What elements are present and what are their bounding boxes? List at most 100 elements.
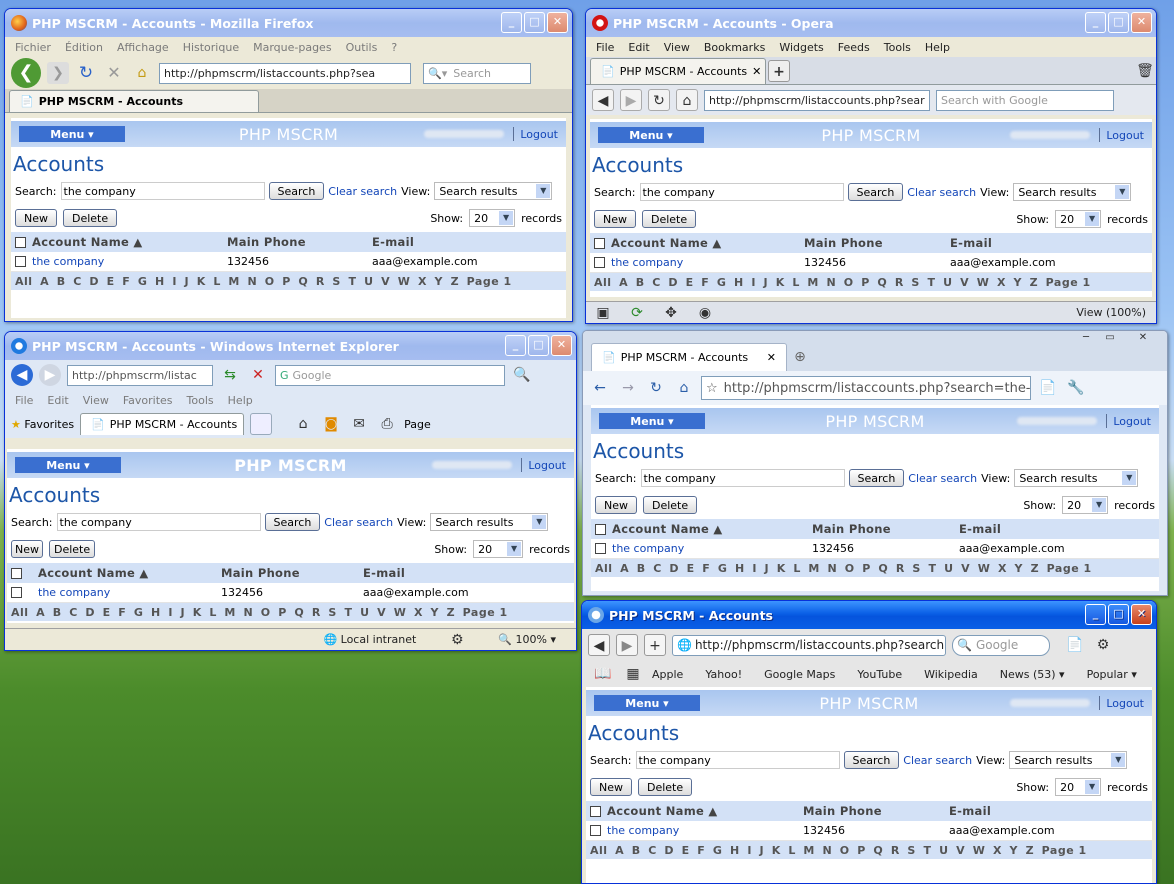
alpha-letter[interactable]: R	[896, 562, 905, 575]
col-account-name[interactable]: Account Name ▲	[28, 566, 221, 580]
url-bar[interactable]: http://phpmscrm/listaccounts.php?sea	[159, 62, 411, 84]
alpha-letter[interactable]: Z	[1026, 844, 1034, 857]
alpha-letter[interactable]: A	[36, 606, 45, 619]
alpha-letter[interactable]: W	[394, 606, 407, 619]
alpha-letter[interactable]: R	[316, 275, 325, 288]
col-account-name[interactable]: Account Name ▲	[607, 804, 803, 818]
menu-bookmarks[interactable]: Bookmarks	[704, 41, 765, 54]
alpha-letter[interactable]: K	[776, 276, 785, 289]
account-link[interactable]: the company	[28, 586, 221, 599]
col-main-phone[interactable]: Main Phone	[804, 236, 950, 250]
new-button[interactable]: New	[590, 778, 632, 796]
menu-historique[interactable]: Historique	[183, 41, 239, 54]
alpha-letter[interactable]: E	[103, 606, 111, 619]
alpha-letter[interactable]: R	[895, 276, 904, 289]
alpha-letter[interactable]: U	[939, 844, 948, 857]
clear-search-link[interactable]: Clear search	[328, 185, 397, 198]
home-icon[interactable]: ⌂	[292, 413, 314, 435]
search-input[interactable]: Search with Google	[936, 89, 1114, 111]
minimize-button[interactable]: _	[505, 335, 526, 356]
alpha-letter[interactable]: All	[590, 844, 608, 857]
forward-icon[interactable]: ▶	[616, 634, 638, 656]
alpha-letter[interactable]: F	[701, 276, 709, 289]
alpha-letter[interactable]: H	[735, 562, 745, 575]
minimize-button[interactable]: _	[1085, 12, 1106, 33]
show-select[interactable]: 20 ▼	[473, 540, 524, 558]
new-tab-icon[interactable]	[250, 413, 273, 435]
alpha-letter[interactable]: Y	[1010, 844, 1018, 857]
alpha-letter[interactable]: Q	[294, 606, 304, 619]
close-tab-icon[interactable]: ✕	[767, 351, 776, 364]
back-icon[interactable]: ←	[589, 377, 611, 399]
reload-icon[interactable]: ↻	[648, 89, 670, 111]
alpha-letter[interactable]: P	[857, 844, 866, 857]
minimize-button[interactable]: _	[1085, 604, 1106, 625]
alpha-letter[interactable]: All	[594, 276, 612, 289]
alpha-letter[interactable]: I	[747, 844, 752, 857]
col-account-name[interactable]: Account Name ▲	[611, 236, 804, 250]
alpha-letter[interactable]: A	[615, 844, 624, 857]
url-bar[interactable]: http://phpmscrm/listaccounts.php?sear	[704, 89, 930, 111]
back-icon[interactable]: ◀	[592, 89, 614, 111]
alpha-letter[interactable]: F	[122, 275, 130, 288]
alpha-letter[interactable]: D	[669, 562, 679, 575]
alpha-letter[interactable]: V	[377, 606, 386, 619]
alpha-letter[interactable]: U	[364, 275, 373, 288]
bookmark-wikipedia[interactable]: Wikipedia	[924, 668, 978, 681]
stop-icon[interactable]: ✕	[247, 364, 269, 386]
menu-view[interactable]: View	[664, 41, 690, 54]
home-icon[interactable]: ⌂	[673, 377, 695, 399]
alpha-letter[interactable]: Q	[877, 276, 887, 289]
menu-help[interactable]: Help	[228, 394, 253, 407]
alpha-letter[interactable]: I	[752, 562, 757, 575]
select-all-checkbox[interactable]	[590, 805, 601, 817]
clear-search-link[interactable]: Clear search	[903, 754, 972, 767]
alpha-letter[interactable]: M	[224, 606, 235, 619]
alpha-letter[interactable]: Y	[431, 606, 439, 619]
alpha-letter[interactable]: X	[414, 606, 423, 619]
print-icon[interactable]: ⎙	[376, 413, 398, 435]
view-select[interactable]: Search results ▼	[1009, 751, 1128, 769]
mail-icon[interactable]: ✉	[348, 413, 370, 435]
col-email[interactable]: E-mail	[949, 804, 991, 818]
row-checkbox[interactable]	[595, 543, 606, 554]
new-button[interactable]: New	[11, 540, 43, 558]
alpha-letter[interactable]: V	[956, 844, 965, 857]
alpha-letter[interactable]: B	[632, 844, 641, 857]
alpha-letter[interactable]: G	[718, 562, 728, 575]
alpha-letter[interactable]: B	[637, 562, 646, 575]
page-menu-icon[interactable]: 📄	[1037, 377, 1059, 399]
new-tab-icon[interactable]: +	[768, 60, 790, 82]
show-select[interactable]: 20 ▼	[1055, 210, 1102, 228]
alpha-letter[interactable]: T	[927, 276, 935, 289]
home-icon[interactable]: ⌂	[676, 89, 698, 111]
account-link[interactable]: the company	[607, 824, 803, 837]
menu-outils[interactable]: Outils	[346, 41, 378, 54]
safari-titlebar[interactable]: PHP MSCRM - Accounts _ □ ✕	[582, 601, 1156, 629]
alpha-letter[interactable]: S	[907, 844, 915, 857]
alpha-letter[interactable]: L	[793, 562, 801, 575]
clear-search-link[interactable]: Clear search	[907, 186, 976, 199]
alpha-letter[interactable]: K	[777, 562, 786, 575]
minimize-button[interactable]: ─	[1075, 331, 1097, 345]
search-button[interactable]: Search	[268, 182, 325, 200]
alpha-letter[interactable]: S	[911, 276, 919, 289]
col-main-phone[interactable]: Main Phone	[812, 522, 959, 536]
app-menu-button[interactable]: Menu ▾	[19, 126, 125, 142]
bookmark-apple[interactable]: Apple	[652, 668, 683, 681]
view-select[interactable]: Search results ▼	[434, 182, 553, 200]
alpha-letter[interactable]: O	[840, 844, 850, 857]
menu-feeds[interactable]: Feeds	[838, 41, 870, 54]
opera-titlebar[interactable]: PHP MSCRM - Accounts - Opera _ □ ✕	[586, 9, 1156, 37]
alpha-letter[interactable]: O	[845, 562, 855, 575]
alpha-letter[interactable]: Z	[447, 606, 455, 619]
menu-tools[interactable]: Tools	[884, 41, 911, 54]
alpha-letter[interactable]: H	[155, 275, 165, 288]
alpha-letter[interactable]: C	[653, 562, 662, 575]
account-search-input[interactable]: the company	[635, 751, 840, 769]
view-select[interactable]: Search results ▼	[1014, 469, 1139, 487]
unite-icon[interactable]: ✥	[660, 302, 682, 324]
select-all-checkbox[interactable]	[15, 236, 26, 248]
alpha-letter[interactable]: A	[40, 275, 49, 288]
tab-accounts[interactable]: 📄 PHP MSCRM - Accounts	[9, 90, 259, 112]
